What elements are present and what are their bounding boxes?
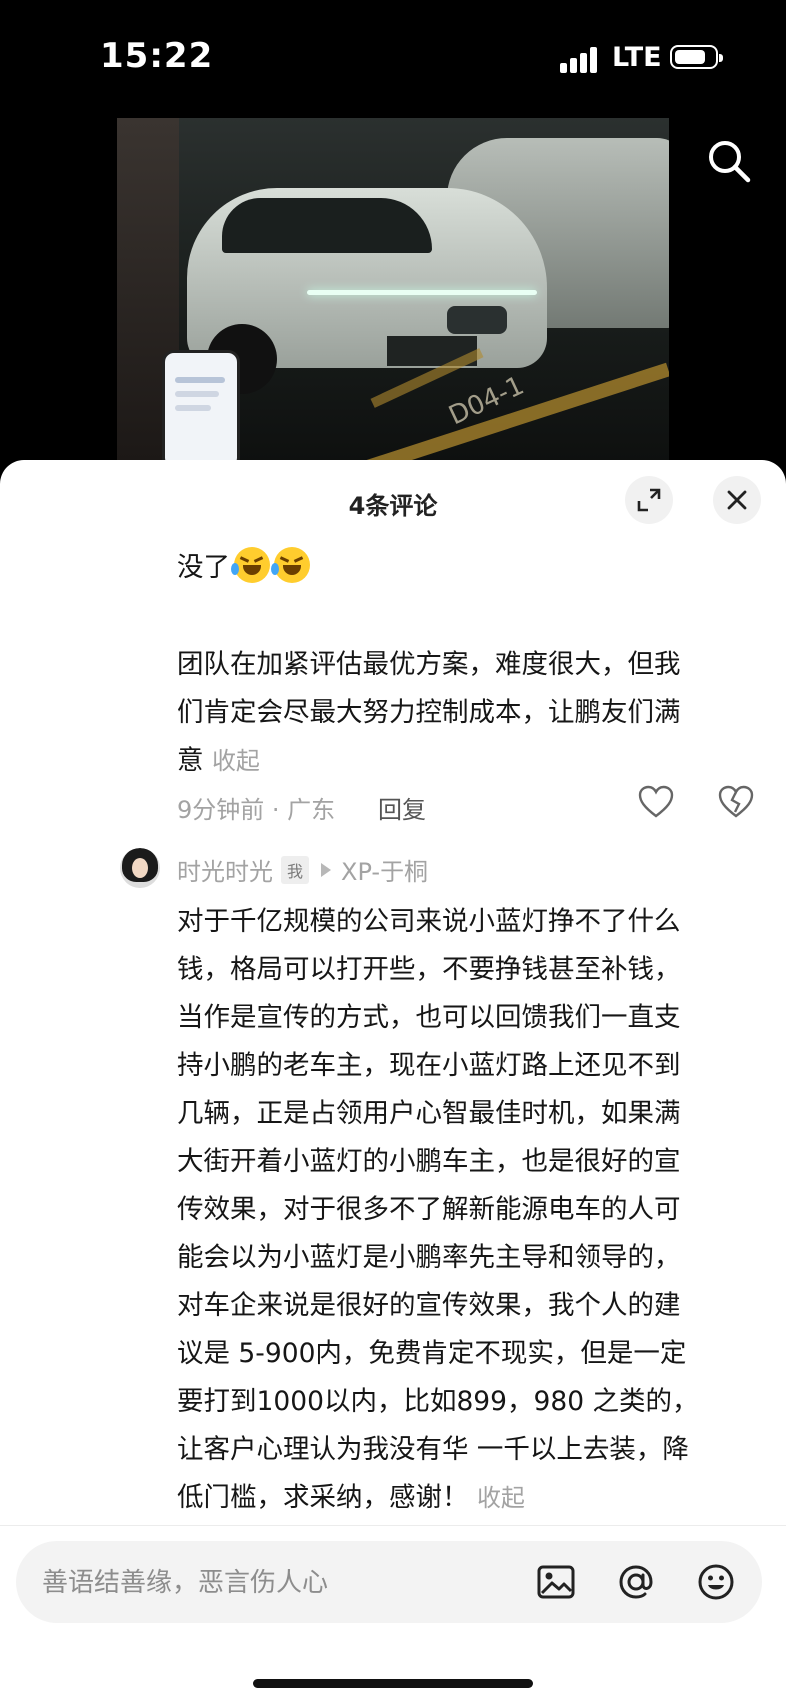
- comment-line: 团队在加紧评估最优方案，难度很大，但我: [177, 649, 681, 680]
- comment-line: 意: [177, 745, 204, 776]
- comment-paragraph: 团队在加紧评估最优方案，难度很大，但我 们肯定会尽最大努力控制成本，让鹏友们满 …: [177, 641, 681, 785]
- network-label: LTE: [612, 42, 662, 73]
- close-button[interactable]: [713, 476, 761, 524]
- reply-to-name[interactable]: XP-于桐: [341, 852, 428, 887]
- reply-button[interactable]: 回复: [378, 790, 426, 825]
- dislike-broken-heart-icon[interactable]: [716, 782, 756, 822]
- comment-paragraph: 对于千亿规模的公司来说小蓝灯挣不了什么 钱，格局可以打开些，不要挣钱甚至补钱， …: [177, 898, 699, 1522]
- comment-input[interactable]: [40, 1561, 504, 1605]
- comment-input-bar: [0, 1525, 786, 1705]
- video-frame[interactable]: D04-1: [117, 118, 669, 463]
- comment-line: 持小鹏的老车主，现在小蓝灯路上还见不到: [177, 1050, 681, 1081]
- status-bar: 15:22 LTE: [0, 0, 786, 118]
- comment-line: 对于千亿规模的公司来说小蓝灯挣不了什么: [177, 906, 681, 937]
- like-heart-icon[interactable]: [636, 782, 676, 822]
- expand-button[interactable]: [625, 476, 673, 524]
- input-box: [16, 1541, 762, 1623]
- comment-line: 要打到1000以内，比如899，980 之类的，: [177, 1386, 699, 1417]
- home-indicator: [253, 1679, 533, 1688]
- battery-icon: [670, 45, 723, 69]
- comment-line: 大街开着小蓝灯的小鹏车主，也是很好的宣: [177, 1146, 681, 1177]
- image-icon[interactable]: [534, 1560, 578, 1604]
- status-time: 15:22: [100, 36, 214, 76]
- comment-line: 能会以为小蓝灯是小鹏率先主导和领导的，: [177, 1242, 681, 1273]
- close-icon: [727, 490, 747, 510]
- avatar[interactable]: [120, 848, 160, 888]
- comments-sheet: 4条评论 没了 团队在加紧评估最优方案，难度很大，但我 们肯定会尽最大努力控制成…: [0, 460, 786, 1704]
- comment-line: 们肯定会尽最大努力控制成本，让鹏友们满: [177, 697, 681, 728]
- author-row: 时光时光 我 XP-于桐: [177, 852, 428, 887]
- comment-meta: 9分钟前 · 广东: [177, 796, 336, 824]
- emoji-icon[interactable]: [694, 1560, 738, 1604]
- comment-line: 对车企来说是很好的宣传效果，我个人的建: [177, 1290, 681, 1321]
- laughing-emoji-icon: [271, 547, 310, 583]
- me-badge: 我: [281, 855, 310, 884]
- signal-icon: [560, 47, 602, 73]
- comment-line: 传效果，对于很多不了解新能源电车的人可: [177, 1194, 681, 1225]
- author-name[interactable]: 时光时光: [177, 852, 273, 887]
- comment-line: 低门槛，求采纳，感谢！: [177, 1482, 469, 1513]
- comment-line: 当作是宣传的方式，也可以回馈我们一直支: [177, 1002, 681, 1033]
- comment-line: 没了: [177, 544, 310, 592]
- collapse-link[interactable]: 收起: [212, 747, 260, 775]
- comment-line: 钱，格局可以打开些，不要挣钱甚至补钱，: [177, 954, 681, 985]
- comment-line: 让客户心理认为我没有华 一千以上去装，降: [177, 1434, 689, 1465]
- expand-icon: [637, 488, 661, 512]
- comment-line: 议是 5-900内，免费肯定不现实，但是一定: [177, 1338, 687, 1369]
- phone-in-video: [162, 350, 240, 463]
- comment-line: 几辆，正是占领用户心智最佳时机，如果满: [177, 1098, 681, 1129]
- search-icon[interactable]: [704, 136, 754, 186]
- collapse-link[interactable]: 收起: [477, 1484, 525, 1512]
- laughing-emoji-icon: [231, 547, 270, 583]
- at-mention-icon[interactable]: [614, 1560, 658, 1604]
- reply-arrow-icon: [321, 862, 332, 877]
- comment-text: 没了: [177, 552, 230, 583]
